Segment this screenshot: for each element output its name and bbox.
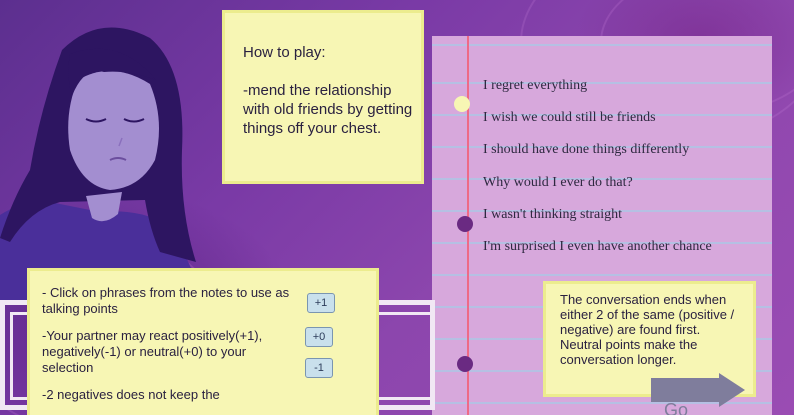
phrase-option[interactable]: I regret everything bbox=[483, 78, 587, 94]
rule-click: - Click on phrases from the notes to use… bbox=[42, 285, 290, 316]
paper-hole-dark bbox=[457, 216, 473, 232]
how-to-play-title: How to play: bbox=[243, 44, 326, 61]
go-arrow-head-icon[interactable] bbox=[719, 373, 745, 407]
phrase-option[interactable]: I wasn't thinking straight bbox=[483, 207, 622, 223]
phrase-option[interactable]: I wish we could still be friends bbox=[483, 110, 656, 126]
how-to-play-note: How to play: -mend the relationship with… bbox=[222, 10, 424, 184]
rule-negatives: -2 negatives does not keep the bbox=[42, 387, 220, 402]
plus-one-badge-icon: +1 bbox=[307, 293, 335, 313]
phrase-option[interactable]: Why would I ever do that? bbox=[483, 175, 633, 191]
go-button[interactable]: Go bbox=[664, 400, 688, 415]
how-to-play-body: -mend the relationship with old friends … bbox=[243, 82, 413, 137]
game-scene: How to play: -mend the relationship with… bbox=[0, 0, 794, 415]
plus-zero-badge-icon: +0 bbox=[305, 327, 333, 347]
rule-react: -Your partner may react positively(+1), … bbox=[42, 328, 263, 375]
paper-hole-light bbox=[454, 96, 470, 112]
paper-hole-dark bbox=[457, 356, 473, 372]
phrase-option[interactable]: I should have done things differently bbox=[483, 142, 689, 158]
phrase-option[interactable]: I'm surprised I even have another chance bbox=[483, 239, 712, 255]
minus-one-badge-icon: -1 bbox=[305, 358, 333, 378]
go-arrow-icon[interactable] bbox=[651, 378, 721, 402]
character-portrait bbox=[0, 27, 205, 300]
character-face bbox=[68, 70, 159, 190]
